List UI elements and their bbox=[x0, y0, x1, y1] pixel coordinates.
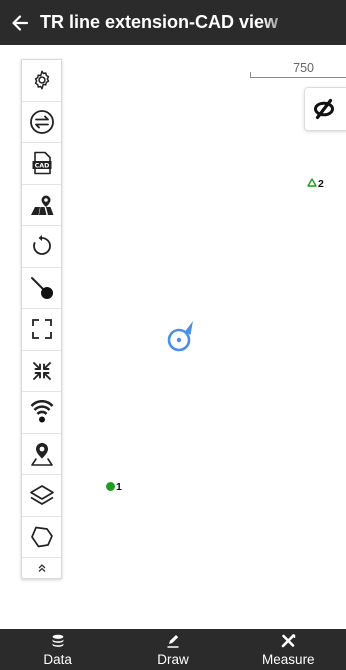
double-chevron-up-icon bbox=[38, 564, 45, 572]
point-trace-icon bbox=[30, 276, 53, 299]
current-location-marker[interactable] bbox=[165, 317, 205, 357]
fullscreen-button[interactable] bbox=[22, 309, 61, 351]
rotate-icon bbox=[32, 235, 51, 256]
survey-point-2-marker[interactable] bbox=[307, 178, 317, 187]
app-header: TR line extension-CAD view bbox=[0, 0, 346, 45]
scale-line bbox=[250, 72, 346, 78]
swap-button[interactable] bbox=[22, 102, 61, 143]
page-title: TR line extension-CAD view bbox=[40, 12, 279, 32]
cad-file-button[interactable]: CAD bbox=[22, 143, 61, 185]
arrow-left-icon bbox=[12, 14, 29, 31]
collapse-toolbar-button[interactable] bbox=[22, 558, 61, 578]
back-button[interactable] bbox=[0, 0, 40, 45]
settings-button[interactable] bbox=[22, 60, 61, 102]
polygon-button[interactable] bbox=[22, 517, 61, 558]
map-toolbar: CAD bbox=[21, 59, 62, 579]
database-icon bbox=[52, 634, 64, 647]
map-location-button[interactable] bbox=[22, 185, 61, 226]
swap-arrows-icon bbox=[29, 109, 54, 134]
place-marker-button[interactable] bbox=[22, 434, 61, 475]
trace-point-button[interactable] bbox=[22, 268, 61, 309]
eye-slash-icon bbox=[314, 98, 334, 120]
svg-text:CAD: CAD bbox=[34, 163, 49, 170]
draw-pen-icon bbox=[167, 635, 179, 648]
nav-measure-label: Measure bbox=[262, 652, 315, 667]
refresh-button[interactable] bbox=[22, 226, 61, 268]
toggle-visibility-button[interactable] bbox=[304, 87, 346, 131]
nav-data-label: Data bbox=[43, 652, 72, 667]
layers-button[interactable] bbox=[22, 475, 61, 517]
signal-button[interactable] bbox=[22, 392, 61, 434]
nav-draw[interactable]: Draw bbox=[115, 629, 230, 670]
expand-corners-icon bbox=[31, 319, 52, 340]
gear-icon bbox=[34, 70, 49, 90]
map-canvas[interactable]: CAD 750 2 1 bbox=[0, 45, 346, 629]
layers-icon bbox=[29, 485, 54, 506]
survey-point-1-marker[interactable] bbox=[106, 482, 115, 491]
survey-point-1-label: 1 bbox=[116, 481, 122, 493]
polygon-icon bbox=[30, 526, 53, 548]
signal-cone-icon bbox=[30, 400, 53, 423]
nav-measure[interactable]: Measure bbox=[231, 629, 346, 670]
map-pin-icon bbox=[30, 195, 53, 215]
cad-file-icon: CAD bbox=[32, 151, 51, 175]
shrink-button[interactable] bbox=[22, 351, 61, 392]
location-pin-icon bbox=[30, 442, 53, 466]
nav-draw-label: Draw bbox=[157, 652, 189, 667]
map-scale-bar: 750 bbox=[250, 58, 346, 78]
compress-arrows-icon bbox=[32, 361, 51, 380]
measure-tools-icon bbox=[281, 634, 296, 648]
survey-point-2-label: 2 bbox=[318, 178, 324, 190]
bottom-navigation: Data Draw Measure bbox=[0, 629, 346, 670]
nav-data[interactable]: Data bbox=[0, 629, 115, 670]
